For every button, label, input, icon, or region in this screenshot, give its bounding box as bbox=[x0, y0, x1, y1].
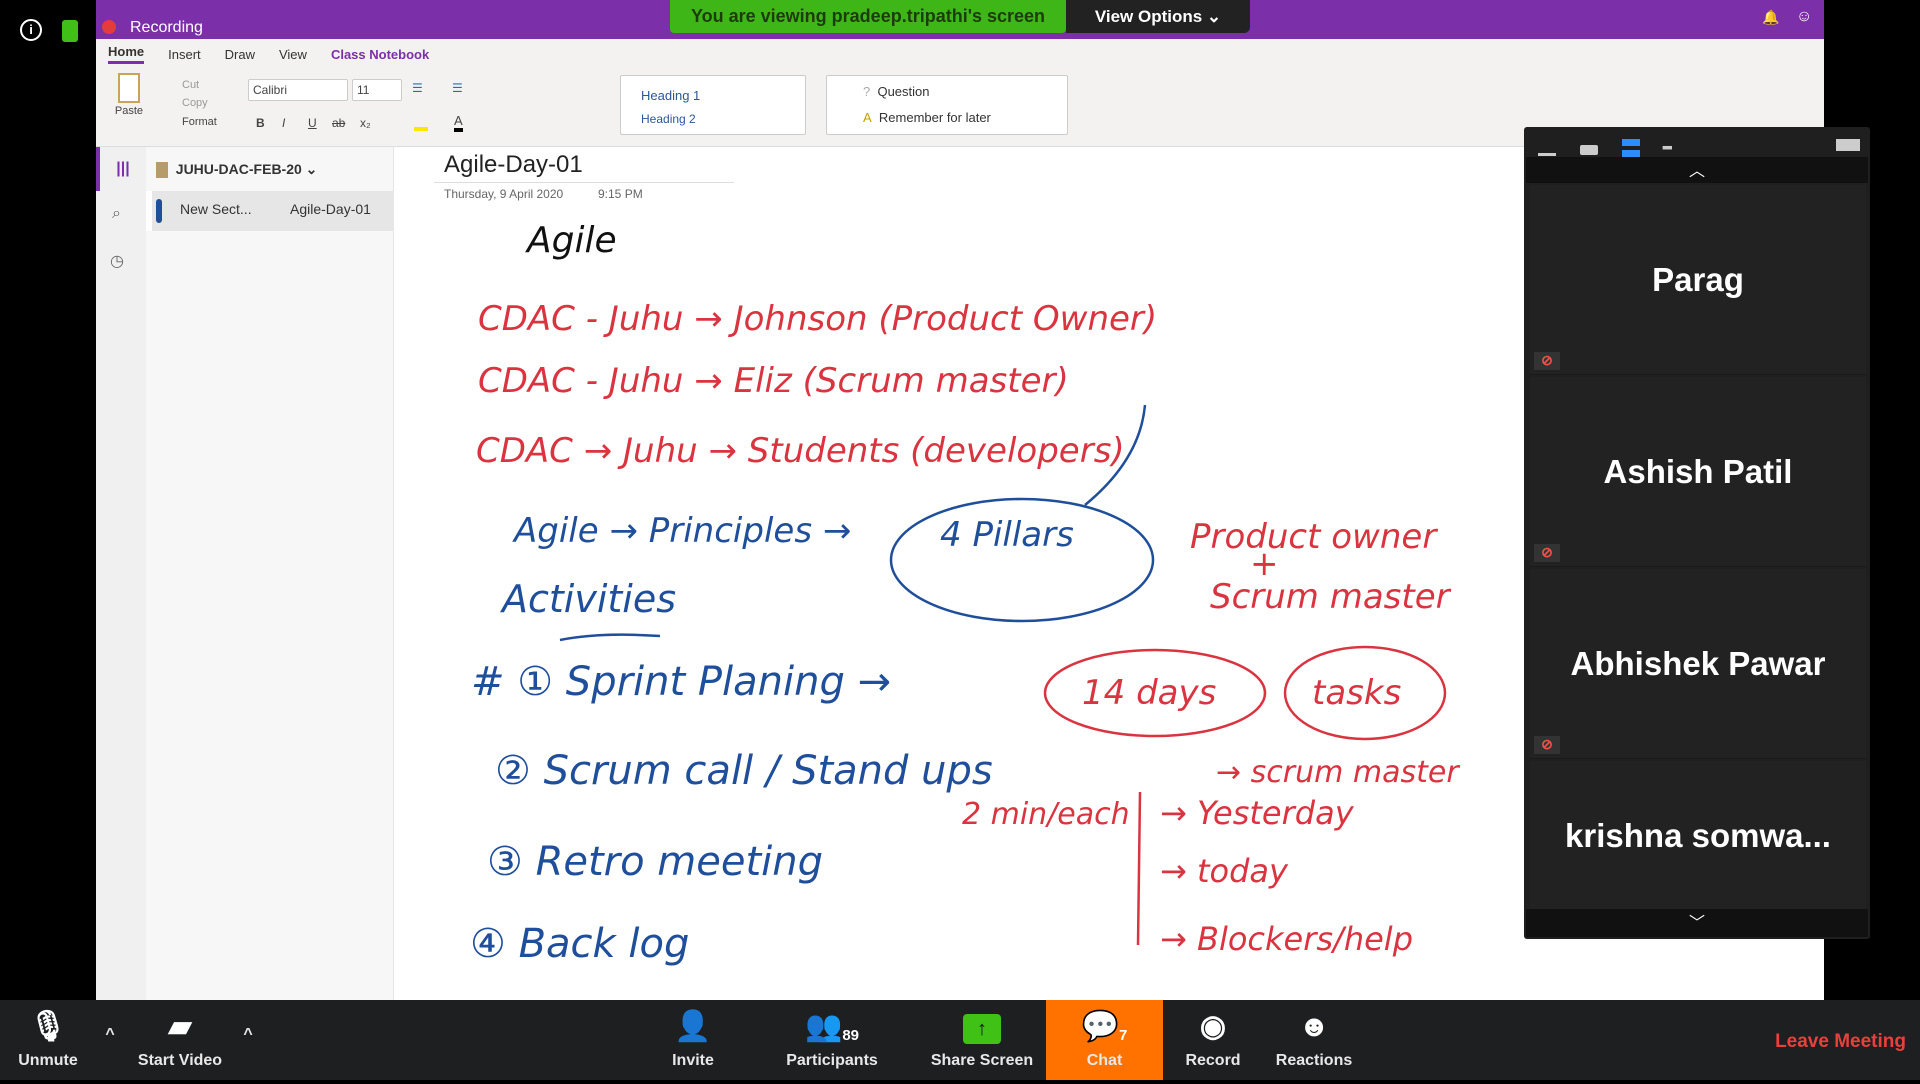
participant-name: Parag bbox=[1652, 260, 1744, 298]
start-video-label: Start Video bbox=[137, 1052, 223, 1069]
ink-each: 2 min/each bbox=[962, 797, 1130, 832]
ink-yesterday: → Yesterday bbox=[1160, 794, 1355, 832]
muted-microphone-icon: 🎙 bbox=[28, 1010, 68, 1043]
view-single-icon[interactable] bbox=[1580, 145, 1598, 155]
ink-activity-3: ③ Retro meeting bbox=[487, 839, 823, 885]
reactions-label: Reactions bbox=[1275, 1052, 1353, 1069]
muted-mic-icon: ⊘ bbox=[1534, 544, 1560, 562]
ink-line-3: CDAC → Juhu → Students (developers) bbox=[476, 431, 1125, 471]
ink-scrum-master-2: → scrum master bbox=[1216, 755, 1460, 790]
record-label: Record bbox=[1185, 1052, 1241, 1069]
participant-tile[interactable]: Ashish Patil ⊘ bbox=[1530, 377, 1866, 567]
participant-tile[interactable]: Parag ⊘ bbox=[1530, 185, 1866, 375]
record-icon: ◉ bbox=[1199, 1010, 1227, 1043]
ink-activity-1: # ① Sprint Planing → bbox=[471, 659, 891, 705]
view-strip-icon[interactable] bbox=[1622, 139, 1640, 157]
participant-name: Ashish Patil bbox=[1603, 452, 1793, 490]
scroll-up-button[interactable]: ︿ bbox=[1526, 157, 1868, 183]
ink-activity-2: ② Scrum call / Stand ups bbox=[495, 748, 993, 794]
chat-icon: 💬 7 bbox=[1081, 1010, 1128, 1044]
chat-label: Chat bbox=[1086, 1052, 1123, 1069]
participant-tile[interactable]: Abhishek Pawar ⊘ bbox=[1530, 569, 1866, 759]
unmute-button[interactable]: 🎙 Unmute bbox=[8, 1000, 88, 1080]
participant-video-panel: ▪▪▪ ︿ Parag ⊘ Ashish Patil ⊘ Abhishek Pawa… bbox=[1524, 127, 1870, 939]
participant-name: krishna somwa... bbox=[1565, 816, 1831, 854]
invite-label: Invite bbox=[672, 1052, 714, 1069]
share-screen-icon: ↑ bbox=[963, 1014, 1001, 1044]
ink-line-2: CDAC - Juhu → Eliz (Scrum master) bbox=[478, 361, 1069, 401]
start-video-button[interactable]: ▰ Start Video bbox=[130, 1000, 230, 1080]
ink-scrum-master: Scrum master bbox=[1210, 577, 1452, 617]
participants-icon: 👥 89 bbox=[804, 1010, 860, 1044]
ink-bracket bbox=[1136, 791, 1142, 946]
reaction-smiley-icon: ☻ bbox=[1298, 1010, 1330, 1043]
share-screen-button[interactable]: ↑ Share Screen bbox=[926, 1000, 1038, 1080]
video-off-icon: ▰ bbox=[168, 1010, 192, 1043]
chat-button[interactable]: 💬 7 Chat bbox=[1046, 1000, 1163, 1080]
muted-mic-icon: ⊘ bbox=[1534, 352, 1560, 370]
participants-button[interactable]: 👥 89 Participants bbox=[776, 1000, 888, 1080]
add-person-icon: 👤 bbox=[674, 1010, 712, 1043]
leave-meeting-button[interactable]: Leave Meeting bbox=[1756, 1000, 1906, 1080]
audio-options-caret[interactable]: ^ bbox=[98, 1000, 122, 1080]
reactions-button[interactable]: ☻ Reactions bbox=[1266, 1000, 1362, 1080]
ink-line-1: CDAC - Juhu → Johnson (Product Owner) bbox=[478, 299, 1157, 339]
ink-underline bbox=[559, 633, 661, 642]
meeting-toolbar: 🎙 Unmute ^ ▰ Start Video ^ 👤 Invite 👥 89 Part… bbox=[0, 1000, 1920, 1080]
participant-tile[interactable]: krishna somwa... bbox=[1530, 761, 1866, 911]
muted-mic-icon: ⊘ bbox=[1534, 736, 1560, 754]
record-button[interactable]: ◉ Record bbox=[1173, 1000, 1253, 1080]
view-minimize-icon[interactable] bbox=[1538, 153, 1556, 156]
ink-product-owner: Product owner bbox=[1190, 517, 1438, 557]
participants-label: Participants bbox=[786, 1052, 878, 1069]
share-screen-label: Share Screen bbox=[930, 1052, 1034, 1069]
ink-today: → today bbox=[1160, 852, 1289, 890]
ink-blockers: → Blockers/help bbox=[1160, 920, 1413, 958]
ink-heading: Agile bbox=[525, 220, 617, 261]
unmute-label: Unmute bbox=[18, 1052, 78, 1069]
ink-tasks: tasks bbox=[1312, 673, 1401, 713]
chat-count: 7 bbox=[1119, 1027, 1128, 1044]
ink-activity-4: ④ Back log bbox=[470, 921, 689, 967]
ink-line-4: Agile → Principles → bbox=[512, 511, 851, 551]
invite-button[interactable]: 👤 Invite bbox=[653, 1000, 733, 1080]
ink-days: 14 days bbox=[1082, 673, 1216, 713]
popout-icon[interactable] bbox=[1836, 139, 1860, 151]
participants-count: 89 bbox=[842, 1027, 860, 1044]
participant-name: Abhishek Pawar bbox=[1570, 644, 1826, 682]
ink-pillars: 4 Pillars bbox=[940, 515, 1074, 555]
ink-activities: Activities bbox=[499, 577, 676, 621]
view-grid-icon[interactable]: ▪▪▪ bbox=[1662, 139, 1673, 155]
video-options-caret[interactable]: ^ bbox=[236, 1000, 260, 1080]
scroll-down-button[interactable]: ﹀ bbox=[1526, 909, 1868, 937]
